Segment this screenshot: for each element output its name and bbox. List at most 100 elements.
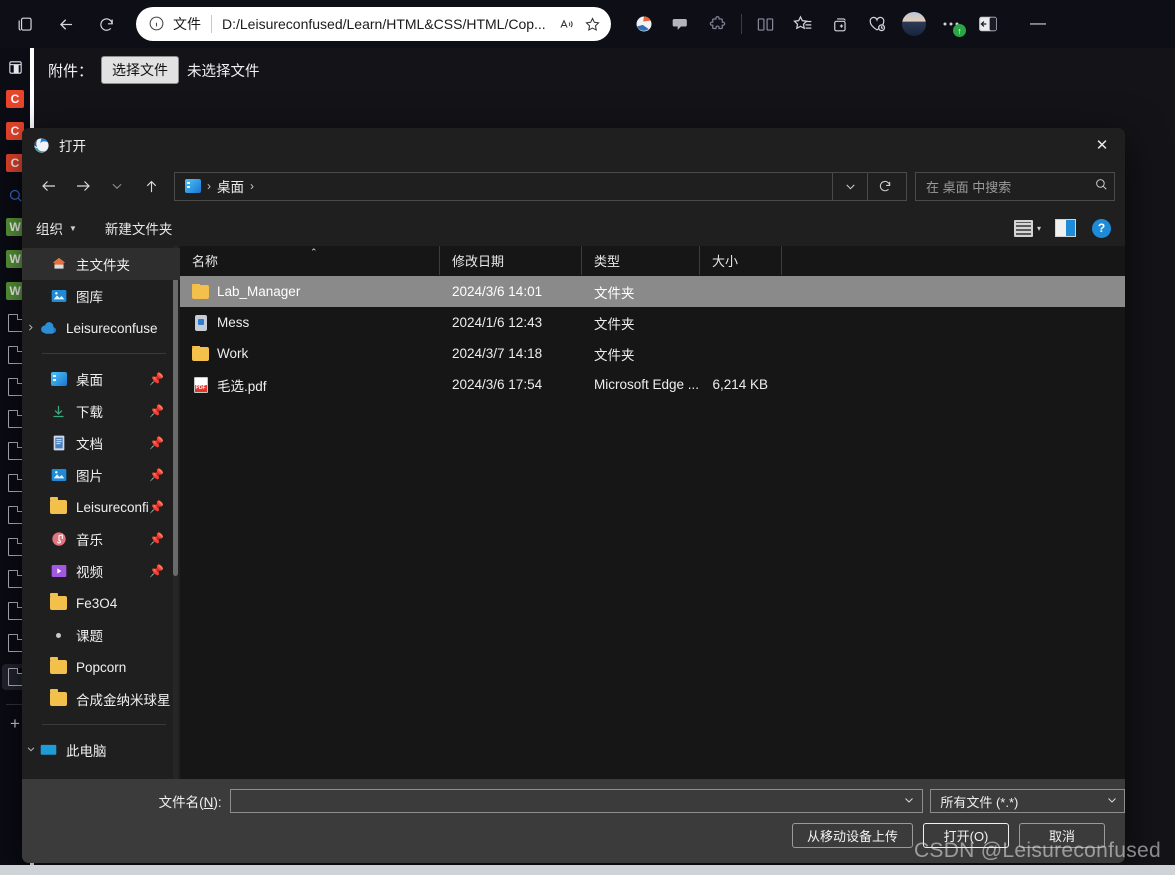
sidebar-label: 合成金纳米球星 <box>76 693 171 708</box>
pin-icon[interactable]: 📌 <box>149 372 164 386</box>
close-icon[interactable]: ✕ <box>1079 128 1125 162</box>
reload-icon[interactable] <box>86 7 126 41</box>
pin-icon[interactable]: 📌 <box>149 532 164 546</box>
file-list-header: 名称 ⌃ 修改日期 类型 大小 <box>180 246 1125 275</box>
sidebar-label: Leisureconfuse <box>66 320 158 336</box>
videos-icon <box>50 563 67 580</box>
sidebar-item-desktop[interactable]: 桌面 📌 <box>22 363 180 395</box>
window-minimize-button[interactable]: — <box>1018 7 1058 41</box>
star-outline-icon[interactable] <box>579 11 605 37</box>
breadcrumb-separator-2[interactable]: › <box>250 179 254 193</box>
address-url-text[interactable]: D:/Leisureconfused/Learn/HTML&CSS/HTML/C… <box>222 16 553 32</box>
pin-icon[interactable]: 📌 <box>149 404 164 418</box>
tab-collection-icon[interactable] <box>6 8 44 40</box>
split-screen-icon[interactable] <box>747 7 784 41</box>
table-row[interactable]: Lab_Manager 2024/3/6 14:01 文件夹 <box>180 276 1125 307</box>
copilot-icon[interactable] <box>662 7 699 41</box>
chevron-down-icon[interactable] <box>833 172 867 201</box>
nav-back-arrow-icon[interactable] <box>32 171 66 201</box>
organize-button[interactable]: 组织 ▼ <box>36 218 77 238</box>
chevron-right-icon[interactable] <box>26 323 40 334</box>
back-arrow-icon[interactable] <box>46 7 86 41</box>
chevron-down-icon[interactable] <box>903 794 918 808</box>
column-header-name[interactable]: 名称 ⌃ <box>180 246 440 275</box>
sidebar-item-videos[interactable]: 视频 📌 <box>22 555 180 587</box>
search-input[interactable]: 在 桌面 中搜索 <box>915 171 1115 201</box>
refresh-icon[interactable] <box>868 172 902 201</box>
file-type-filter-select[interactable]: 所有文件 (*.*) <box>930 789 1125 813</box>
pin-icon[interactable]: 📌 <box>149 468 164 482</box>
table-row[interactable]: Mess 2024/1/6 12:43 文件夹 <box>180 307 1125 338</box>
cell-name: Lab_Manager <box>180 283 440 300</box>
dialog-navigation-bar: › 桌面 › 在 桌面 中搜索 <box>22 162 1125 210</box>
extensions-puzzle-icon[interactable] <box>699 7 736 41</box>
read-aloud-icon[interactable] <box>553 11 579 37</box>
new-folder-button[interactable]: 新建文件夹 <box>105 218 173 238</box>
open-button[interactable]: 打开(O) <box>923 823 1009 848</box>
search-icon[interactable] <box>1094 177 1108 196</box>
cell-type: Microsoft Edge ... <box>594 377 700 392</box>
filename-row: 文件名(N): 所有文件 (*.*) <box>22 789 1125 813</box>
sidebar-item-gold-nano[interactable]: 合成金纳米球星 <box>22 683 180 715</box>
sidebar-item-leisureconfi[interactable]: Leisureconfi 📌 <box>22 491 180 523</box>
sidebar-item-this-pc[interactable]: 此电脑 <box>22 734 180 766</box>
column-header-type[interactable]: 类型 <box>582 246 700 275</box>
sidebar-toggle-icon[interactable] <box>969 7 1006 41</box>
app-window-icon[interactable] <box>4 56 26 78</box>
preview-pane-icon[interactable] <box>1055 219 1076 237</box>
column-header-size[interactable]: 大小 <box>700 246 782 275</box>
dialog-command-bar: 组织 ▼ 新建文件夹 ▾ ? <box>22 210 1125 246</box>
cell-date: 2024/3/6 17:54 <box>452 377 543 392</box>
view-chevron-down-icon[interactable]: ▾ <box>1037 224 1041 233</box>
chevron-down-icon[interactable] <box>26 744 40 756</box>
home-icon <box>50 256 67 273</box>
performance-heart-icon[interactable] <box>858 7 895 41</box>
sidebar-item-popcorn[interactable]: Popcorn <box>22 651 180 683</box>
upload-from-mobile-button[interactable]: 从移动设备上传 <box>791 823 913 848</box>
favorites-star-list-icon[interactable] <box>784 7 821 41</box>
sidebar-item-gallery[interactable]: 图库 <box>22 280 180 312</box>
recent-locations-chevron-icon[interactable] <box>100 171 134 201</box>
help-icon[interactable]: ? <box>1092 218 1111 238</box>
desktop-icon <box>185 179 201 193</box>
app-c-orange-1[interactable]: C <box>4 88 26 110</box>
cancel-button[interactable]: 取消 <box>1019 823 1105 848</box>
sidebar-item-downloads[interactable]: 下载 📌 <box>22 395 180 427</box>
list-view-icon[interactable] <box>1013 219 1033 237</box>
pin-icon[interactable]: 📌 <box>149 564 164 578</box>
pin-icon[interactable]: 📌 <box>149 500 164 514</box>
collections-add-icon[interactable] <box>821 7 858 41</box>
profile-avatar[interactable] <box>895 7 932 41</box>
nav-up-arrow-icon[interactable] <box>134 171 168 201</box>
settings-more-icon[interactable]: ↑ <box>932 7 969 41</box>
column-header-date[interactable]: 修改日期 <box>440 246 582 275</box>
table-row[interactable]: Work 2024/3/7 14:18 文件夹 <box>180 338 1125 369</box>
folder-icon <box>50 593 67 612</box>
sort-ascending-icon: ⌃ <box>310 247 318 257</box>
sidebar-item-onedrive[interactable]: Leisureconfuse <box>22 312 180 344</box>
dialog-title-text: 打开 <box>59 139 86 154</box>
cell-type: 文件夹 <box>594 316 635 332</box>
table-row[interactable]: PDF 毛选.pdf 2024/3/6 17:54 Microsoft Edge… <box>180 369 1125 400</box>
sidebar-item-documents[interactable]: 文档 📌 <box>22 427 180 459</box>
filename-input[interactable] <box>229 789 924 813</box>
address-bar[interactable]: 文件 D:/Leisureconfused/Learn/HTML&CSS/HTM… <box>136 7 611 41</box>
pin-icon[interactable]: 📌 <box>149 436 164 450</box>
chevron-down-icon[interactable] <box>1106 794 1118 808</box>
breadcrumb-item-desktop[interactable]: 桌面 <box>217 176 244 196</box>
sidebar-item-keti[interactable]: 课题 <box>22 619 180 651</box>
choose-file-button[interactable]: 选择文件 <box>101 56 180 84</box>
view-controls: ▾ ? <box>1013 218 1111 238</box>
sidebar-item-home[interactable]: 主文件夹 <box>22 248 180 280</box>
attachment-label: 附件： <box>48 62 94 80</box>
sidebar-item-music[interactable]: 音乐 📌 <box>22 523 180 555</box>
nav-forward-arrow-icon[interactable] <box>66 171 100 201</box>
browser-essentials-icon[interactable] <box>625 7 662 41</box>
sidebar-item-pictures[interactable]: 图片 📌 <box>22 459 180 491</box>
toolbar-divider <box>741 14 742 34</box>
cell-date: 2024/3/7 14:18 <box>452 346 543 361</box>
breadcrumb[interactable]: › 桌面 › <box>174 171 907 201</box>
column-label: 大小 <box>712 254 739 269</box>
file-name-text: 毛选.pdf <box>217 378 267 394</box>
sidebar-item-fe3o4[interactable]: Fe3O4 <box>22 587 180 619</box>
